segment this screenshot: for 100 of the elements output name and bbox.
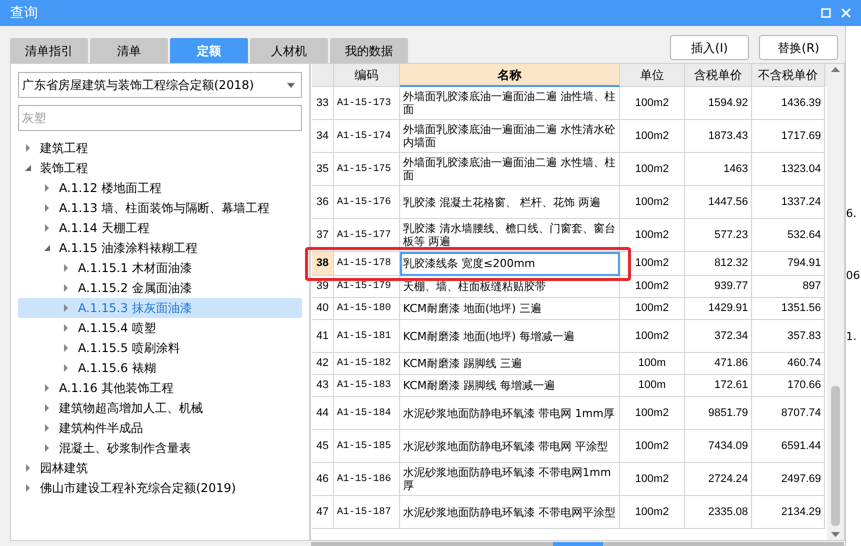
expand-triangle-icon[interactable] <box>43 444 51 452</box>
expand-triangle-icon[interactable] <box>62 324 70 332</box>
table-cell: A1-15-176 <box>334 186 400 219</box>
collapse-triangle-icon[interactable] <box>43 244 51 252</box>
column-header[interactable]: 含税单价 <box>685 64 752 87</box>
table-cell: 8707.74 <box>752 397 825 430</box>
table-row[interactable]: 33 A1-15-173 外墙面乳胶漆底油一遍面油二遍 油性墙、柱面 100m2 1594.92 1436.39 <box>312 87 827 120</box>
column-header[interactable]: 名称 <box>400 64 620 87</box>
tree-item[interactable]: 佛山市建设工程补充综合定额(2019) <box>18 478 302 498</box>
tree-item[interactable]: 园林建筑 <box>18 458 302 478</box>
scroll-down-icon[interactable] <box>831 532 840 537</box>
table-row[interactable]: 41 A1-15-181 KCM耐磨漆 地面(地坪) 每增减一遍 100m2 372.34 357.83 <box>312 320 827 353</box>
table-cell: A1-15-177 <box>334 219 400 252</box>
expand-triangle-icon[interactable] <box>43 184 51 192</box>
expand-triangle-icon[interactable] <box>62 264 70 272</box>
table-row[interactable]: 44 A1-15-184 水泥砂浆地面防静电环氧漆 带电网 1mm厚 100m2 9851.79 8707.74 <box>312 397 827 430</box>
table-cell: 水泥砂浆地面防静电环氧漆 不带电网1mm厚 <box>400 463 620 496</box>
tree-item[interactable]: 混凝土、砂浆制作含量表 <box>18 438 302 458</box>
table-cell: 1323.04 <box>752 153 825 186</box>
expand-triangle-icon[interactable] <box>43 384 51 392</box>
tree-item[interactable]: A.1.16 其他装饰工程 <box>18 378 302 398</box>
table-row[interactable]: 35 A1-15-175 外墙面乳胶漆底油一遍面油二遍 水性墙、柱面 100m2 1463 1323.04 <box>312 153 827 186</box>
tab[interactable]: 人材机 <box>250 38 328 63</box>
row-number: 33 <box>312 87 334 120</box>
table-cell: A1-15-184 <box>334 397 400 430</box>
table-cell: 2497.69 <box>752 463 825 496</box>
table-cell: 外墙面乳胶漆底油一遍面油二遍 水性墙、柱面 <box>400 153 620 186</box>
table-cell: 2134.29 <box>752 496 825 529</box>
expand-triangle-icon[interactable] <box>43 404 51 412</box>
collapse-triangle-icon[interactable] <box>24 164 32 172</box>
tree-item[interactable]: A.1.12 楼地面工程 <box>18 178 302 198</box>
table-cell: 1447.56 <box>685 186 752 219</box>
dropdown-caret-icon <box>287 82 295 88</box>
table-row[interactable]: 45 A1-15-185 水泥砂浆地面防静电环氧漆 带电网 平涂型 100m2 7434.09 6591.44 <box>312 430 827 463</box>
table-row[interactable]: 34 A1-15-174 外墙面乳胶漆底油一遍面油二遍 水性清水砼内墙面 100m2 1873.43 1717.69 <box>312 120 827 153</box>
row-number: 35 <box>312 153 334 186</box>
table-cell: 100m2 <box>620 320 685 353</box>
expand-triangle-icon[interactable] <box>24 144 32 152</box>
action-button[interactable]: 替换(R) <box>759 35 838 60</box>
tree-item[interactable]: 建筑物超高增加人工、机械 <box>18 398 302 418</box>
table-cell: 1351.56 <box>752 298 825 320</box>
vertical-scrollbar[interactable] <box>827 64 844 540</box>
table-cell: 乳胶漆 清水墙腰线、檐口线、门窗套、窗台板等 两遍 <box>400 219 620 252</box>
expand-triangle-icon[interactable] <box>62 344 70 352</box>
row-number: 40 <box>312 298 334 320</box>
expand-triangle-icon[interactable] <box>24 484 32 492</box>
scroll-up-icon[interactable] <box>831 67 840 72</box>
table-row[interactable]: 38 A1-15-178 乳胶漆线条 宽度≤200mm 100m2 812.32 794.91 <box>312 252 827 276</box>
tree-item[interactable]: A.1.15.5 喷刷涂料 <box>18 338 302 358</box>
row-number: 41 <box>312 320 334 353</box>
tree-item[interactable]: A.1.15.3 抹灰面油漆 <box>18 298 302 318</box>
tree-item[interactable]: 装饰工程 <box>18 158 302 178</box>
table-cell: 372.34 <box>685 320 752 353</box>
table-row[interactable]: 43 A1-15-183 KCM耐磨漆 踢脚线 每增减一遍 100m 172.61 170.66 <box>312 375 827 397</box>
table-cell: 1873.43 <box>685 120 752 153</box>
table-row[interactable]: 47 A1-15-187 水泥砂浆地面防静电环氧漆 不带电网平涂型 100m2 2335.08 2134.29 <box>312 496 827 529</box>
column-header[interactable]: 不含税单价 <box>752 64 825 87</box>
expand-triangle-icon[interactable] <box>43 224 51 232</box>
table-cell: A1-15-185 <box>334 430 400 463</box>
expand-triangle-icon[interactable] <box>62 284 70 292</box>
table-cell: 100m2 <box>620 298 685 320</box>
table-cell: 100m2 <box>620 276 685 298</box>
tree-item[interactable]: 建筑工程 <box>18 138 302 158</box>
row-number: 39 <box>312 276 334 298</box>
tab[interactable]: 清单指引 <box>10 38 88 63</box>
tree-item[interactable]: 建筑构件半成品 <box>18 418 302 438</box>
table-row[interactable]: 46 A1-15-186 水泥砂浆地面防静电环氧漆 不带电网1mm厚 100m2 2724.24 2497.69 <box>312 463 827 496</box>
close-icon[interactable] <box>841 8 851 18</box>
table-row[interactable]: 37 A1-15-177 乳胶漆 清水墙腰线、檐口线、门窗套、窗台板等 两遍 100m2 577.23 532.64 <box>312 219 827 252</box>
table-cell: 外墙面乳胶漆底油一遍面油二遍 油性墙、柱面 <box>400 87 620 120</box>
row-number: 44 <box>312 397 334 430</box>
expand-triangle-icon[interactable] <box>43 424 51 432</box>
tab[interactable]: 我的数据 <box>330 38 408 63</box>
library-dropdown[interactable]: 广东省房屋建筑与装饰工程综合定额(2018) <box>18 72 302 98</box>
tree-item[interactable]: A.1.15.4 喷塑 <box>18 318 302 338</box>
table-row[interactable]: 42 A1-15-182 KCM耐磨漆 踢脚线 三遍 100m 471.86 460.74 <box>312 353 827 375</box>
expand-triangle-icon[interactable] <box>62 364 70 372</box>
expand-triangle-icon[interactable] <box>62 304 70 312</box>
table-row[interactable]: 39 A1-15-179 天棚、墙、柱面板缝粘贴胶带 100m2 939.77 897 <box>312 276 827 298</box>
tree-item[interactable]: A.1.15 油漆涂料裱糊工程 <box>18 238 302 258</box>
tab[interactable]: 清单 <box>90 38 168 63</box>
table-cell: 1594.92 <box>685 87 752 120</box>
table-cell: A1-15-187 <box>334 496 400 529</box>
action-button[interactable]: 插入(I) <box>670 35 749 60</box>
scroll-thumb[interactable] <box>831 386 840 526</box>
table-row[interactable]: 40 A1-15-180 KCM耐磨漆 地面(地坪) 三遍 100m2 1429.91 1351.56 <box>312 298 827 320</box>
table-cell: 100m2 <box>620 219 685 252</box>
tree-item[interactable]: A.1.15.2 金属面油漆 <box>18 278 302 298</box>
restore-icon[interactable] <box>821 8 831 18</box>
tree-item[interactable]: A.1.15.6 裱糊 <box>18 358 302 378</box>
tree-item[interactable]: A.1.15.1 木材面油漆 <box>18 258 302 278</box>
row-number: 38 <box>312 252 334 276</box>
expand-triangle-icon[interactable] <box>43 204 51 212</box>
tree-item[interactable]: A.1.13 墙、柱面装饰与隔断、幕墙工程 <box>18 198 302 218</box>
search-field[interactable]: 灰塑 <box>18 105 302 131</box>
table-row[interactable]: 36 A1-15-176 乳胶漆 混凝土花格窗、 栏杆、花饰 两遍 100m2 1447.56 1337.24 <box>312 186 827 219</box>
column-header[interactable]: 单位 <box>620 64 685 87</box>
expand-triangle-icon[interactable] <box>24 464 32 472</box>
tree-item[interactable]: A.1.14 天棚工程 <box>18 218 302 238</box>
table-cell: 6591.44 <box>752 430 825 463</box>
